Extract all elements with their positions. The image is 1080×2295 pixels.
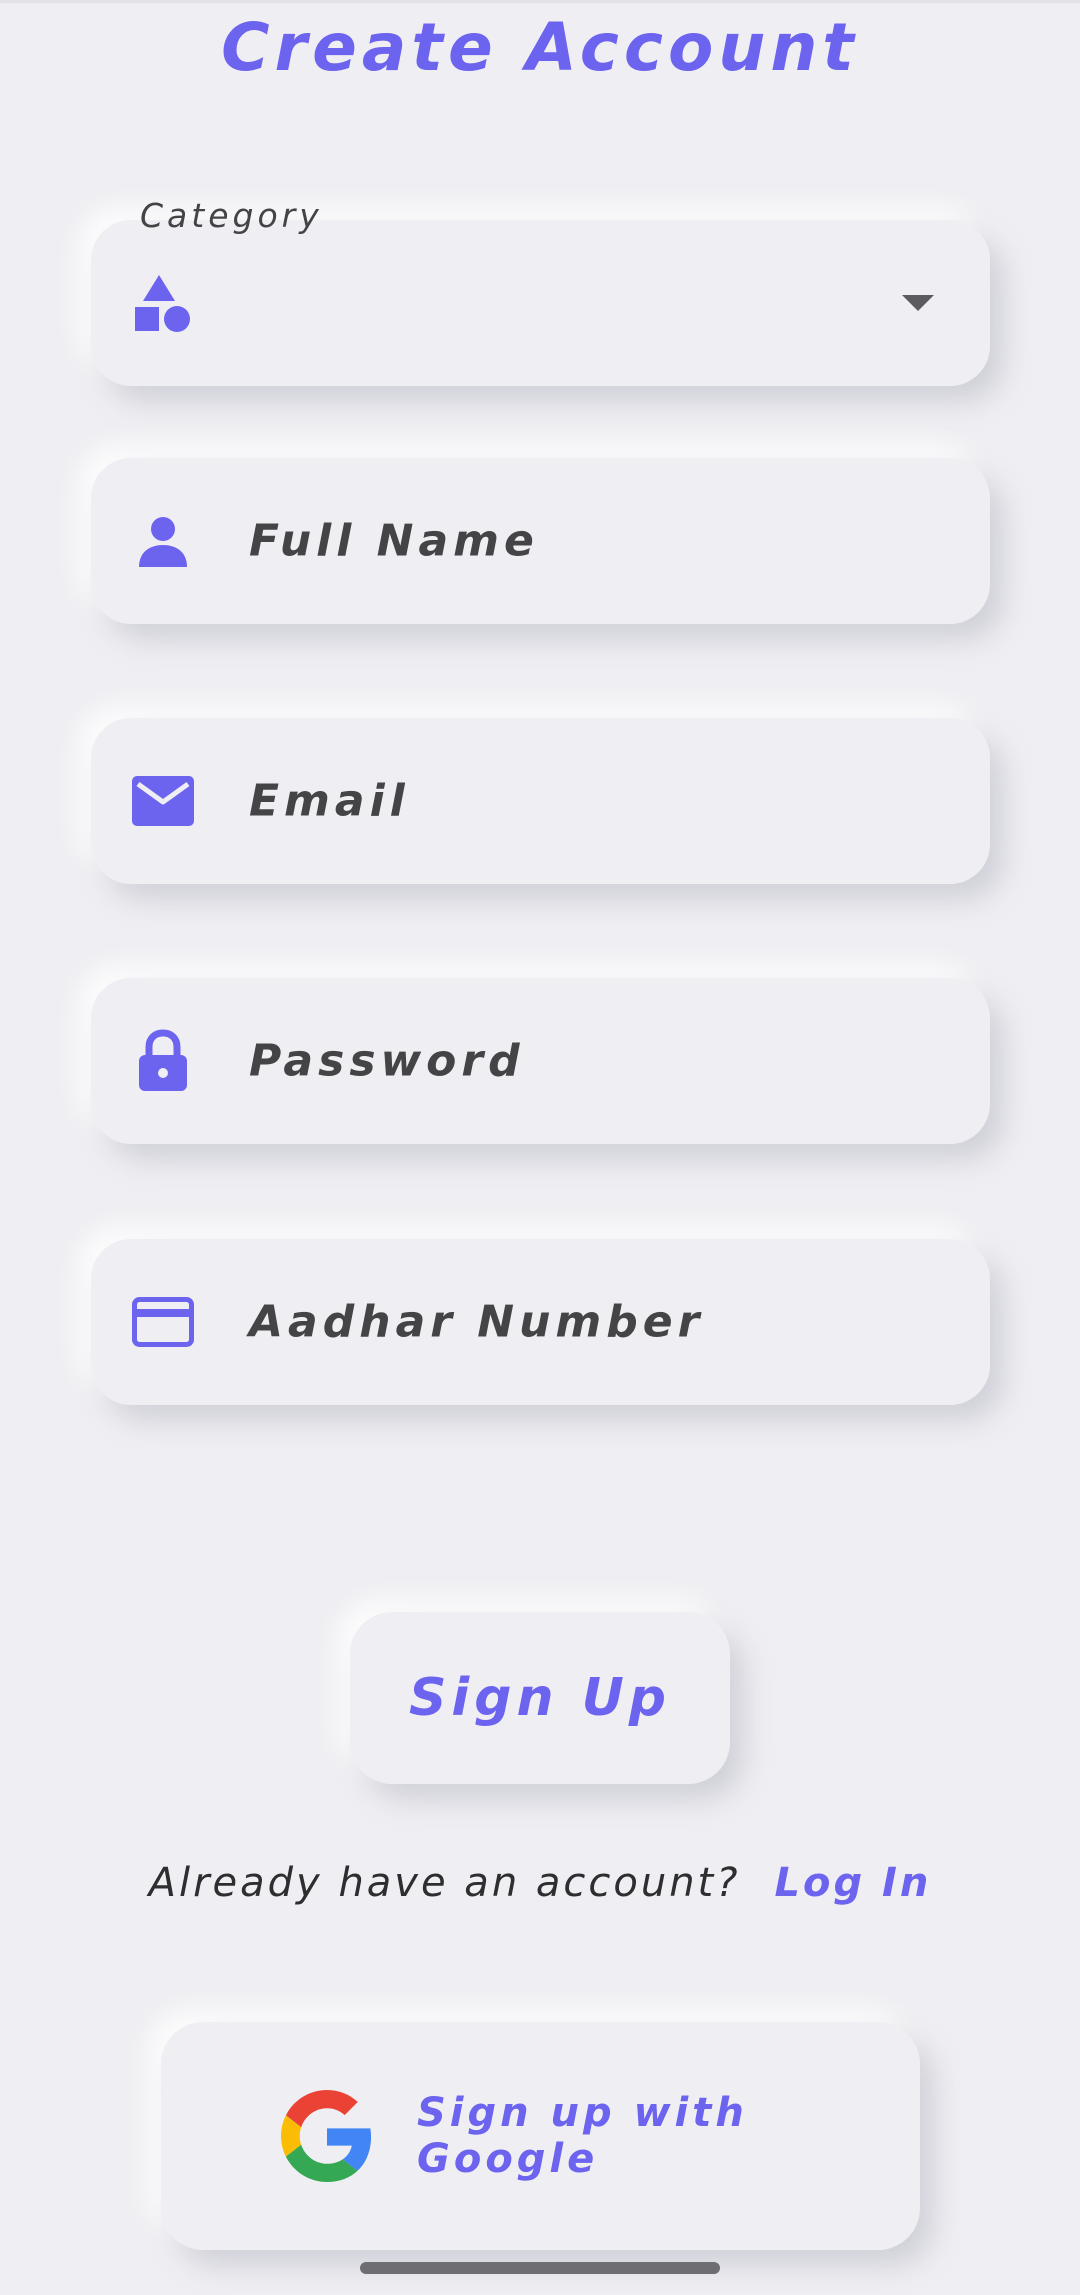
category-label: Category (140, 196, 323, 235)
full-name-field[interactable]: Full Name (91, 458, 990, 624)
page-title: Create Account (221, 9, 859, 86)
aadhar-number-placeholder: Aadhar Number (249, 1296, 705, 1348)
lock-icon (131, 1029, 195, 1093)
login-prompt-row: Already have an account? Log In (0, 1860, 1080, 1906)
chevron-down-icon[interactable] (902, 295, 934, 311)
person-icon (131, 509, 195, 573)
category-shapes-icon (131, 271, 195, 335)
password-field[interactable]: Password (91, 978, 990, 1144)
aadhar-number-field[interactable]: Aadhar Number (91, 1239, 990, 1405)
google-sign-up-button[interactable]: Sign up with Google (161, 2022, 920, 2250)
home-indicator[interactable] (360, 2262, 720, 2274)
status-divider (0, 0, 1080, 3)
email-placeholder: Email (249, 775, 410, 827)
sign-up-button[interactable]: Sign Up (350, 1612, 730, 1784)
login-prompt-text: Already have an account? (148, 1860, 741, 1906)
password-placeholder: Password (249, 1035, 525, 1087)
google-sign-up-label: Sign up with Google (417, 2090, 748, 2182)
log-in-link[interactable]: Log In (774, 1860, 931, 1906)
card-icon (131, 1290, 195, 1354)
email-field[interactable]: Email (91, 718, 990, 884)
category-dropdown[interactable] (91, 220, 990, 386)
full-name-placeholder: Full Name (249, 515, 539, 567)
google-logo-icon (281, 2090, 372, 2182)
mail-icon (131, 769, 195, 833)
